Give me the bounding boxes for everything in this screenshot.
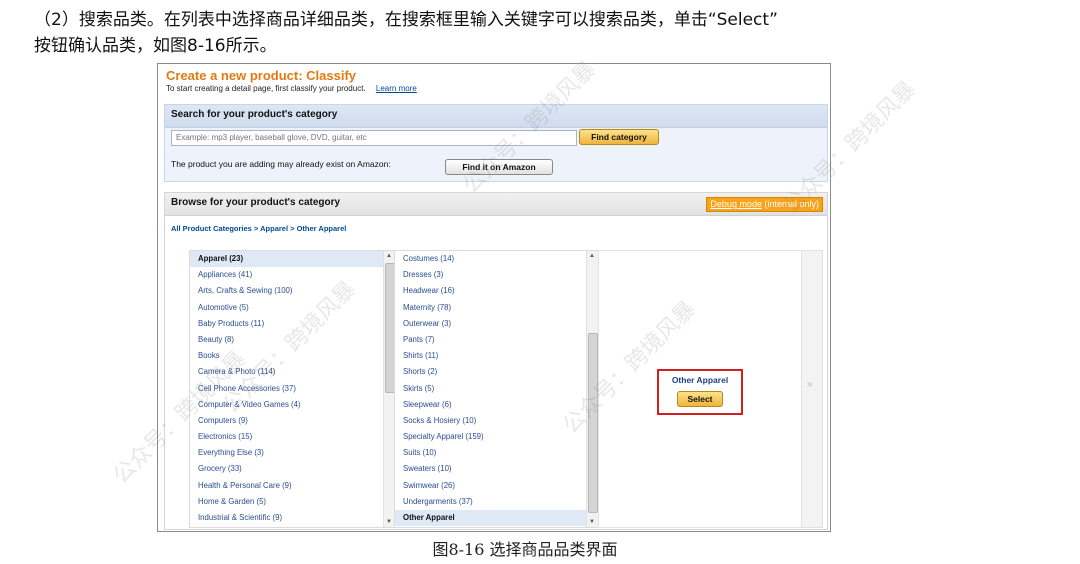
subcategory-list-item[interactable]: Specialty Apparel (159) [395, 429, 586, 445]
subcategory-list-item[interactable]: Shorts (2) [395, 364, 586, 380]
category-list-item[interactable]: Camera & Photo (114) [190, 364, 383, 380]
debug-mode-link[interactable]: Debug mode [710, 199, 762, 209]
browse-section: Browse for your product's category Debug… [164, 192, 828, 530]
category-list-item[interactable]: Computer & Video Games (4) [190, 397, 383, 413]
subcategory-list-item[interactable]: Pants (7) [395, 332, 586, 348]
subcategory-list-item[interactable]: Outerwear (3) [395, 316, 586, 332]
category-list-item[interactable]: Industrial & Scientific (9) [190, 510, 383, 526]
figure-caption: 图8-16 选择商品品类界面 [0, 536, 1080, 560]
search-header: Search for your product's category [165, 105, 827, 128]
category-list-item[interactable]: Health & Personal Care (9) [190, 478, 383, 494]
subcategory-list-item[interactable]: Sweaters (10) [395, 461, 586, 477]
scroll-up-arrow-icon[interactable]: ▲ [589, 253, 595, 259]
category-list-item[interactable]: Apparel (23) [190, 251, 383, 268]
amazon-classify-screenshot: Create a new product: Classify To start … [157, 63, 831, 532]
scroll-down-arrow-icon[interactable]: ▼ [386, 519, 392, 525]
subcategory-list-item[interactable]: Shirts (11) [395, 348, 586, 364]
category-list-item[interactable]: Everything Else (3) [190, 445, 383, 461]
category-result-column: Other Apparel Select [598, 250, 802, 528]
category-list-item[interactable]: Appliances (41) [190, 267, 383, 283]
subcategory-list-item[interactable]: Undergarments (37) [395, 494, 586, 510]
column-2-scrollbar[interactable]: ▲ ▼ [586, 251, 598, 527]
category-list-item[interactable]: Automotive (5) [190, 300, 383, 316]
scroll-down-arrow-icon[interactable]: ▼ [589, 519, 595, 525]
category-list-item[interactable]: Grocery (33) [190, 461, 383, 477]
category-list-item[interactable]: Arts, Crafts & Sewing (100) [190, 283, 383, 299]
subcategory-list-item[interactable]: Skirts (5) [395, 381, 586, 397]
category-list-item[interactable]: Electronics (15) [190, 429, 383, 445]
category-list-item[interactable]: Beauty (8) [190, 332, 383, 348]
page-subtitle: To start creating a detail page, first c… [166, 84, 417, 93]
category-list-item[interactable]: Books [190, 348, 383, 364]
browse-header-title: Browse for your product's category [171, 197, 341, 208]
figure-caption-text: 图8-16 选择商品品类界面 [432, 540, 618, 559]
page-subtitle-text: To start creating a detail page, first c… [166, 84, 366, 93]
find-category-button[interactable]: Find category [579, 129, 659, 145]
learn-more-link[interactable]: Learn more [376, 84, 417, 93]
subcategory-list-item[interactable]: Dresses (3) [395, 267, 586, 283]
subcategory-list-item[interactable]: Swimwear (26) [395, 478, 586, 494]
exist-text: The product you are adding may already e… [171, 159, 391, 169]
scroll-thumb[interactable] [588, 333, 598, 513]
subcategory-list-item[interactable]: Maternity (78) [395, 300, 586, 316]
select-button[interactable]: Select [677, 391, 723, 407]
paragraph-instruction: （2）搜索品类。在列表中选择商品详细品类，在搜索框里输入关键字可以搜索品类，单击… [34, 10, 778, 30]
category-search-input[interactable] [171, 130, 577, 146]
category-list-item[interactable]: Baby Products (11) [190, 316, 383, 332]
breadcrumb[interactable]: All Product Categories > Apparel > Other… [171, 224, 346, 233]
chevron-right-icon: » [807, 379, 813, 390]
subcategory-list-item[interactable]: Sleepwear (6) [395, 397, 586, 413]
subcategory-list-item[interactable]: Socks & Hosiery (10) [395, 413, 586, 429]
subcategory-list-item[interactable]: Suits (10) [395, 445, 586, 461]
search-section: Search for your product's category Find … [164, 104, 828, 182]
next-column-strip: » [801, 250, 823, 528]
subcategory-list-item[interactable]: Other Apparel [395, 510, 586, 527]
category-column-1[interactable]: Apparel (23) Appliances (41) Arts, Crafts … [189, 250, 396, 528]
subcategory-list-item[interactable]: Headwear (16) [395, 283, 586, 299]
category-column-2[interactable]: Costumes (14) Dresses (3) Headwear (16) Mat… [394, 250, 599, 528]
category-list-apparel: Costumes (14) Dresses (3) Headwear (16) Mat… [395, 251, 586, 527]
debug-mode-badge[interactable]: Debug mode (internal only) [706, 197, 823, 212]
category-list-top: Apparel (23) Appliances (41) Arts, Crafts … [190, 251, 383, 526]
debug-mode-suffix: (internal only) [761, 199, 819, 209]
subcategory-list-item[interactable]: Costumes (14) [395, 251, 586, 267]
search-header-title: Search for your product's category [171, 109, 338, 120]
category-list-item[interactable]: Computers (9) [190, 413, 383, 429]
selected-category-label: Other Apparel [671, 375, 729, 385]
category-list-item[interactable]: Home & Garden (5) [190, 494, 383, 510]
page-title: Create a new product: Classify [166, 68, 356, 83]
category-list-item[interactable]: Cell Phone Accessories (37) [190, 381, 383, 397]
find-on-amazon-button[interactable]: Find it on Amazon [445, 159, 553, 175]
selected-category-box: Other Apparel Select [657, 369, 743, 415]
scroll-up-arrow-icon[interactable]: ▲ [386, 253, 392, 259]
browse-header: Browse for your product's category Debug… [165, 193, 827, 216]
paragraph-instruction-cont: 按钮确认品类，如图8-16所示。 [34, 36, 277, 56]
